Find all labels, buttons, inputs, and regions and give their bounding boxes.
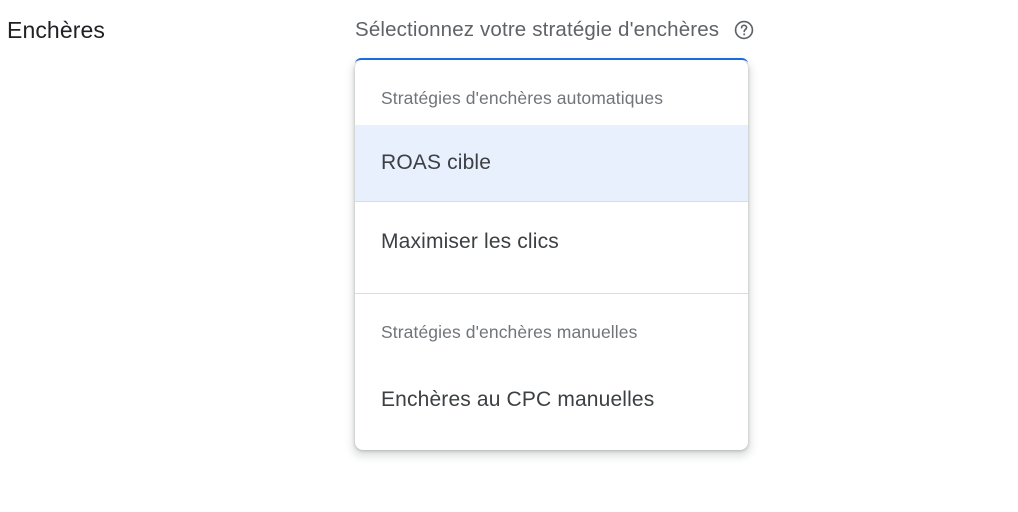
option-label: Maximiser les clics xyxy=(381,230,559,253)
option-maximize-clicks[interactable]: Maximiser les clics xyxy=(355,202,748,282)
bidding-settings-page: Enchères Sélectionnez votre stratégie d'… xyxy=(0,0,1018,512)
help-circle-icon[interactable] xyxy=(733,19,755,41)
section-title: Enchères xyxy=(7,17,105,43)
group-divider xyxy=(355,293,748,294)
field-label-row: Sélectionnez votre stratégie d'enchères xyxy=(355,16,755,44)
bidding-strategy-label: Sélectionnez votre stratégie d'enchères xyxy=(355,18,720,41)
bidding-strategy-dropdown: Stratégies d'enchères automatiques ROAS … xyxy=(355,60,748,450)
group-header-manual: Stratégies d'enchères manuelles xyxy=(381,322,638,342)
option-target-roas[interactable]: ROAS cible xyxy=(355,125,748,202)
option-label: ROAS cible xyxy=(381,151,492,174)
option-manual-cpc[interactable]: Enchères au CPC manuelles xyxy=(355,360,748,440)
option-label: Enchères au CPC manuelles xyxy=(381,388,655,411)
group-header-automatic: Stratégies d'enchères automatiques xyxy=(381,88,664,108)
